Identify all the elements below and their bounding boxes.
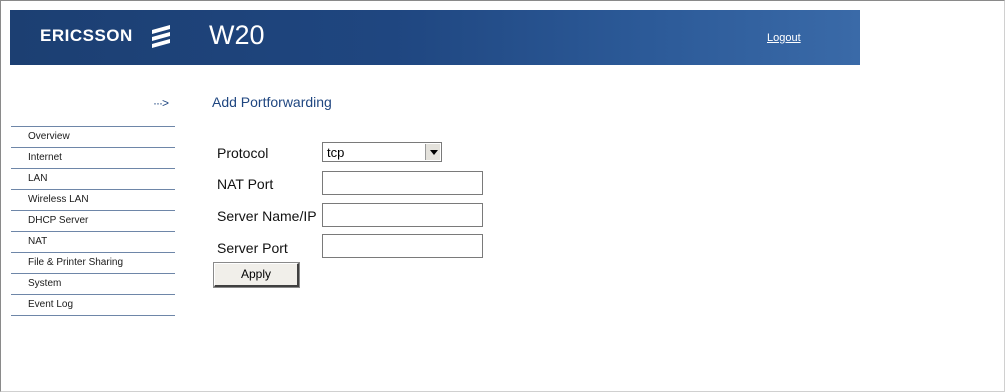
protocol-label: Protocol — [217, 145, 269, 161]
server-port-input[interactable] — [322, 234, 483, 258]
nat-port-input[interactable] — [322, 171, 483, 195]
product-title: W20 — [209, 20, 265, 50]
apply-button[interactable]: Apply — [213, 262, 300, 288]
logout-link[interactable]: Logout — [767, 32, 801, 44]
sidebar-item-file-printer-sharing[interactable]: File & Printer Sharing — [11, 253, 175, 274]
sidebar-item-wireless-lan[interactable]: Wireless LAN — [11, 190, 175, 211]
sidebar-item-system[interactable]: System — [11, 274, 175, 295]
nat-port-label: NAT Port — [217, 176, 274, 192]
sidebar-item-internet[interactable]: Internet — [11, 148, 175, 169]
server-name-ip-input[interactable] — [322, 203, 483, 227]
sidebar-item-overview[interactable]: Overview — [11, 127, 175, 148]
sidebar-item-event-log[interactable]: Event Log — [11, 295, 175, 316]
header-banner: ERICSSON W20 Logout — [10, 10, 860, 65]
page-title: Add Portforwarding — [212, 94, 332, 110]
sidebar-item-dhcp-server[interactable]: DHCP Server — [11, 211, 175, 232]
protocol-selected-value: tcp — [327, 145, 345, 160]
protocol-select[interactable]: tcp — [322, 142, 442, 162]
chevron-down-icon[interactable] — [425, 144, 440, 160]
sidebar-nav: Overview Internet LAN Wireless LAN DHCP … — [11, 126, 175, 316]
sidebar-item-lan[interactable]: LAN — [11, 169, 175, 190]
ericsson-logo-icon — [152, 25, 170, 48]
server-port-label: Server Port — [217, 240, 288, 256]
brand-name: ERICSSON — [40, 26, 133, 45]
sidebar-item-nat[interactable]: NAT — [11, 232, 175, 253]
nav-arrow-icon: ···> — [153, 96, 169, 110]
server-name-ip-label: Server Name/IP — [217, 208, 317, 224]
